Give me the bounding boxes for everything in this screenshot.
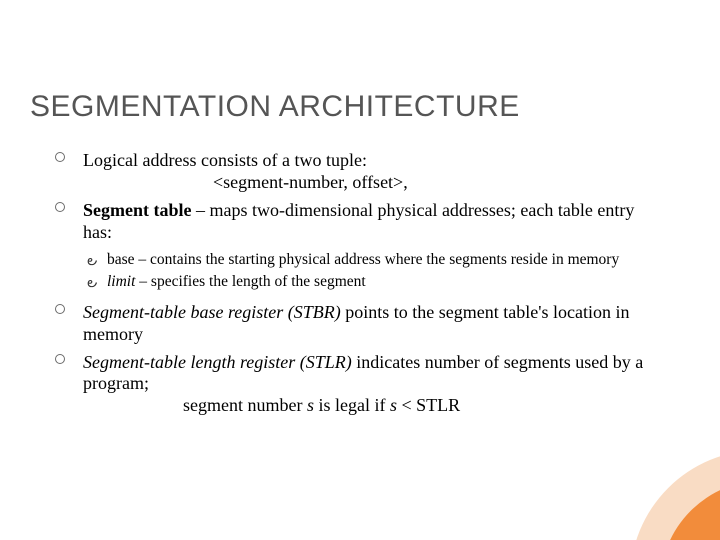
circle-bullet-icon: [55, 152, 65, 162]
phrase-part: segment number: [183, 395, 307, 415]
bullet-stbr: Segment-table base register (STBR) point…: [55, 302, 660, 346]
term-segment-table: Segment table: [83, 200, 191, 220]
bullet-text: Segment table – maps two-dimensional phy…: [83, 200, 634, 242]
slide-body: Logical address consists of a two tuple:…: [55, 150, 660, 423]
circle-bullet-icon: [55, 202, 65, 212]
bullet-text-line2: segment number s is legal if s < STLR: [83, 395, 660, 417]
swirl-bullet-icon: ౿: [87, 274, 97, 291]
bullet-text: Logical address consists of a two tuple:: [83, 150, 367, 170]
bullet-text: Segment-table length register (STLR) ind…: [83, 352, 643, 394]
bullet-logical-address: Logical address consists of a two tuple:…: [55, 150, 660, 194]
bullet-text-line2: <segment-number, offset>,: [83, 172, 660, 194]
bullet-segment-table: Segment table – maps two-dimensional phy…: [55, 200, 660, 244]
sub-bullet-limit: ౿ limit – specifies the length of the se…: [87, 273, 660, 292]
phrase-part: < STLR: [402, 395, 461, 415]
sub-bullet-rest: – specifies the length of the segment: [139, 273, 365, 290]
var-s: s: [307, 395, 314, 415]
sub-bullets: ౿ base – contains the starting physical …: [55, 251, 660, 292]
slide-title: SEGMENTATION ARCHITECTURE: [30, 90, 520, 124]
sub-bullet-base: ౿ base – contains the starting physical …: [87, 251, 660, 270]
sub-bullet-text: base – contains the starting physical ad…: [107, 251, 619, 268]
circle-bullet-icon: [55, 354, 65, 364]
var-s: s: [390, 395, 397, 415]
bullet-stlr: Segment-table length register (STLR) ind…: [55, 352, 660, 418]
bullet-text: Segment-table base register (STBR) point…: [83, 302, 629, 344]
circle-bullet-icon: [55, 304, 65, 314]
term-limit: limit: [107, 273, 135, 290]
term-stbr: Segment-table base register (STBR): [83, 302, 341, 322]
sub-bullet-text: limit – specifies the length of the segm…: [107, 273, 366, 290]
phrase-part: is legal if: [319, 395, 390, 415]
swirl-bullet-icon: ౿: [87, 252, 97, 269]
term-stlr: Segment-table length register (STLR): [83, 352, 352, 372]
